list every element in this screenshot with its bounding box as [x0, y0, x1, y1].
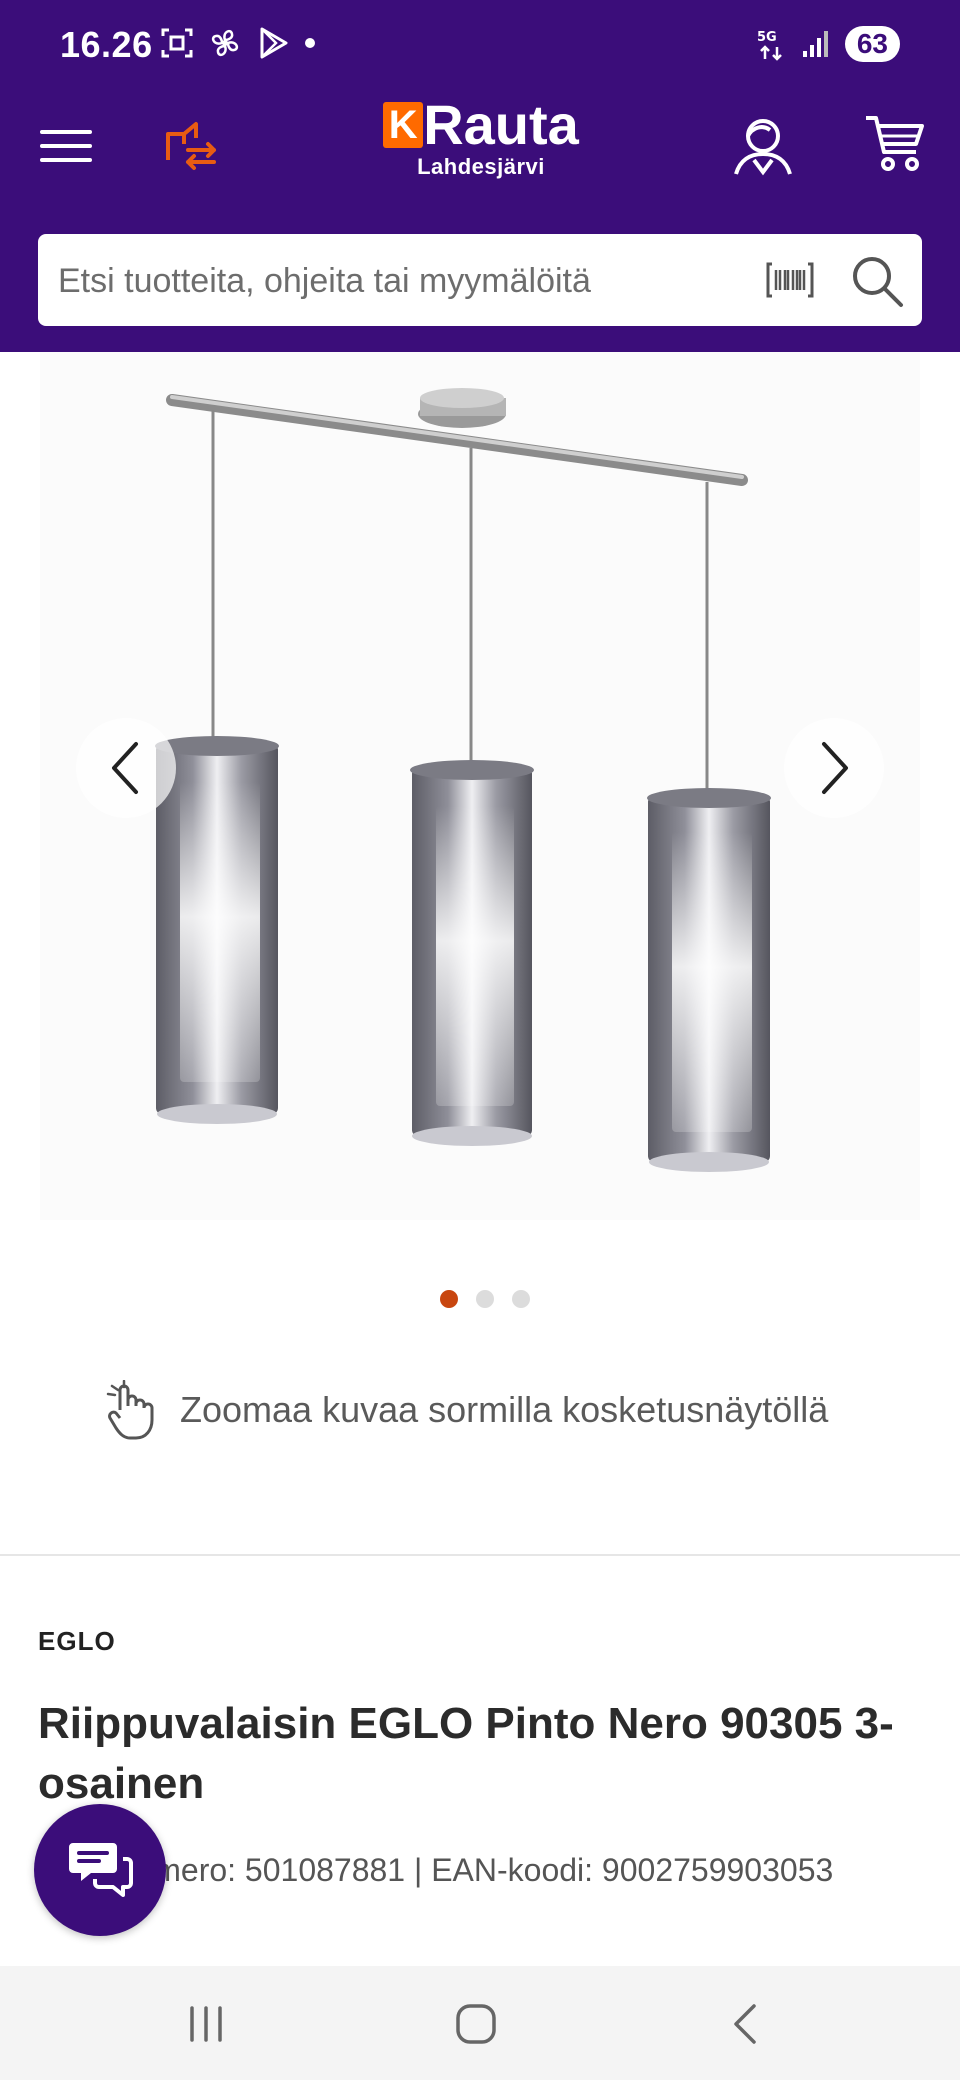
search-input[interactable]	[56, 234, 780, 328]
next-image-button[interactable]	[784, 718, 884, 818]
svg-text:5G: 5G	[757, 30, 777, 45]
search-icon[interactable]	[848, 252, 906, 310]
network-5g-icon: 5G	[757, 30, 782, 61]
product-image-gallery[interactable]	[40, 352, 920, 1220]
play-store-icon	[260, 27, 288, 59]
product-title: Riippuvalaisin EGLO Pinto Nero 90305 3-o…	[38, 1699, 894, 1808]
menu-icon[interactable]	[38, 118, 94, 174]
carousel-dot-3[interactable]	[512, 1290, 530, 1308]
account-icon[interactable]	[732, 112, 794, 178]
logo-letter: K	[383, 102, 424, 148]
status-icons	[160, 26, 316, 60]
cart-icon[interactable]	[864, 112, 926, 176]
header-bar: 16.26 5G 63 KRauta Lahdesjärvi	[0, 0, 960, 352]
carousel-dot-2[interactable]	[476, 1290, 494, 1308]
chevron-right-icon	[822, 742, 848, 794]
chat-button[interactable]	[34, 1804, 166, 1936]
recent-apps-icon[interactable]	[186, 2004, 226, 2044]
chat-icon	[69, 1843, 133, 1897]
k-rauta-logo[interactable]: KRauta Lahdesjärvi	[376, 96, 586, 196]
battery-indicator: 63	[844, 26, 900, 62]
home-icon[interactable]	[454, 2002, 498, 2046]
signal-icon	[802, 31, 828, 57]
status-bar: 16.26 5G 63	[0, 0, 960, 96]
product-brand[interactable]: EGLO	[38, 1626, 116, 1657]
fan-icon	[211, 29, 239, 57]
store-switch-icon[interactable]	[162, 114, 220, 174]
zoom-hint: Zoomaa kuvaa sormilla kosketusnäytöllä	[104, 1380, 828, 1440]
chevron-left-icon	[112, 742, 138, 794]
system-navigation-bar	[0, 1966, 960, 2080]
status-right: 5G 63	[757, 26, 900, 62]
zoom-hint-text: Zoomaa kuvaa sormilla kosketusnäytöllä	[180, 1389, 829, 1430]
search-bar[interactable]	[38, 234, 922, 328]
status-time: 16.26	[60, 24, 153, 65]
store-name: Lahdesjärvi	[417, 154, 545, 179]
pinch-zoom-icon	[106, 1380, 154, 1440]
previous-image-button[interactable]	[76, 718, 176, 818]
logo-word: Rauta	[423, 93, 579, 156]
back-icon[interactable]	[730, 2002, 762, 2046]
barcode-scan-icon[interactable]	[766, 260, 814, 300]
notification-dot-icon	[305, 38, 315, 48]
screenshot-icon	[161, 28, 193, 58]
carousel-dots	[440, 1290, 530, 1308]
section-divider	[0, 1554, 960, 1556]
carousel-dot-1[interactable]	[440, 1290, 458, 1308]
